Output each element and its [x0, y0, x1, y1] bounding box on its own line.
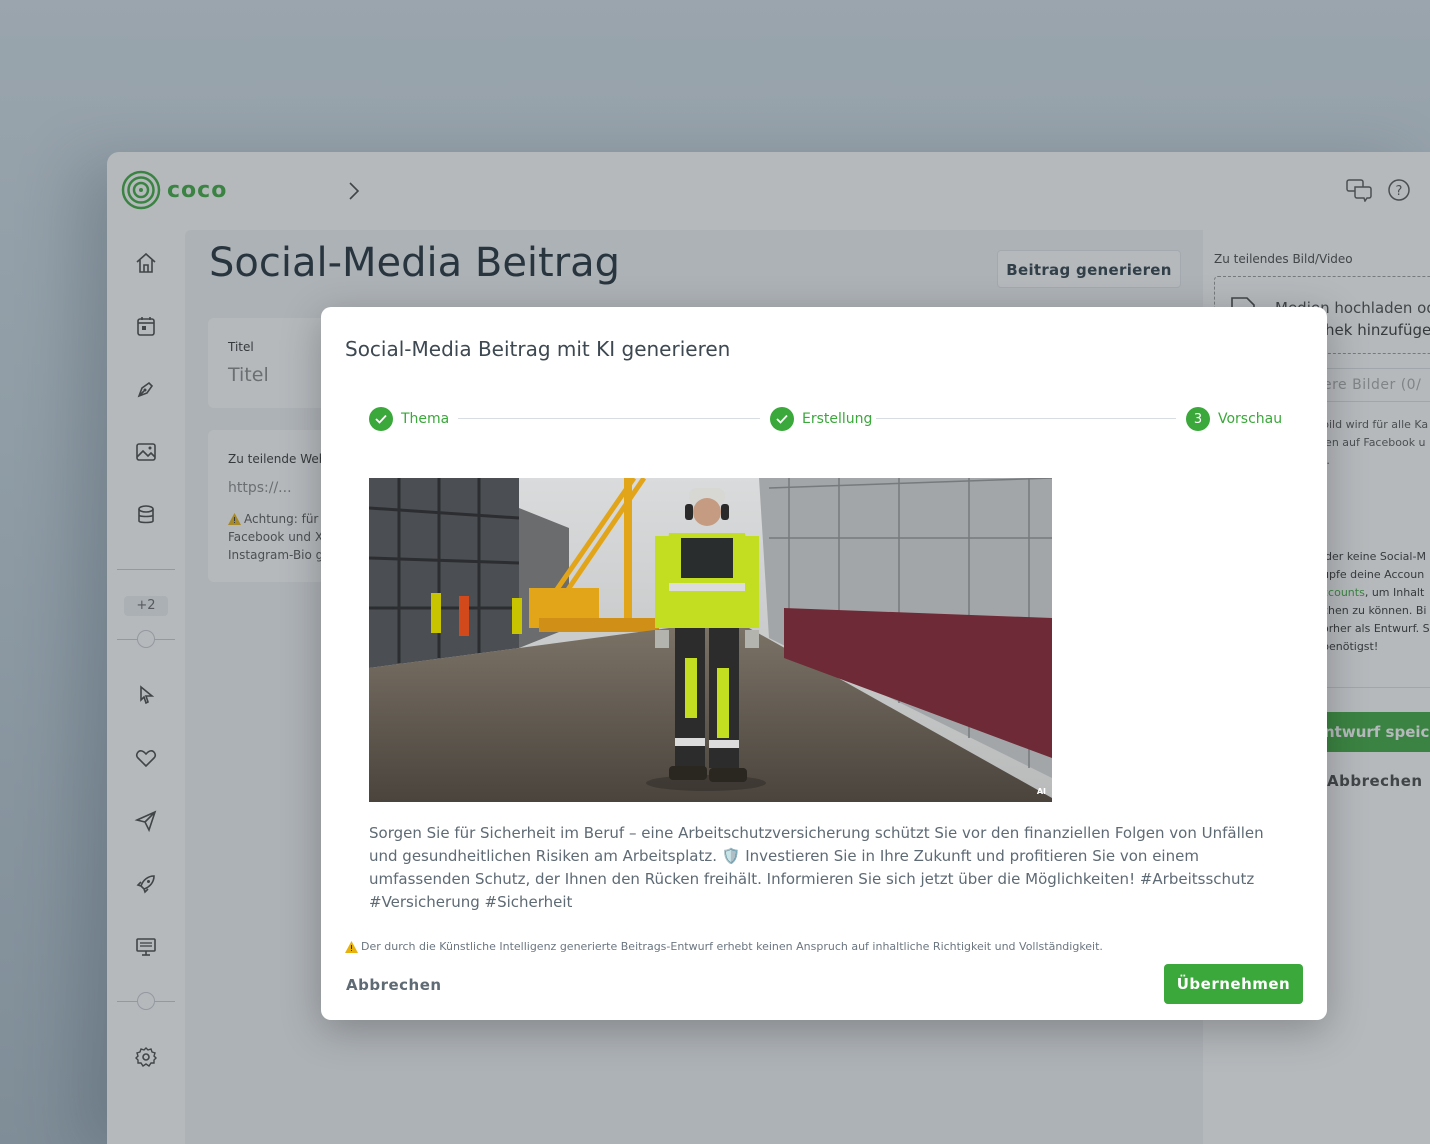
image-icon[interactable] — [133, 439, 159, 465]
check-icon — [770, 407, 794, 431]
website-field-label: Zu teilende Webs — [228, 452, 333, 466]
step-erstellung-label: Erstellung — [802, 411, 873, 427]
home-icon[interactable] — [133, 250, 159, 276]
settings-icon[interactable] — [133, 1044, 159, 1070]
notice-line-2: üpfe deine Accoun — [1322, 568, 1425, 581]
monitor-icon[interactable] — [133, 934, 159, 960]
step-number: 3 — [1186, 407, 1210, 431]
check-icon — [369, 407, 393, 431]
title-field-label: Titel — [228, 340, 254, 354]
logo[interactable]: coco — [121, 170, 227, 210]
notice-line-3: ccounts, um Inhalt — [1322, 586, 1424, 599]
accounts-link[interactable]: ccounts — [1322, 586, 1365, 599]
chat-icon[interactable] — [1345, 178, 1373, 202]
side-navigation: +2 — [107, 230, 185, 1144]
logo-mark-icon — [121, 170, 161, 210]
save-draft-label: ntwurf speich — [1324, 723, 1430, 741]
notice-line-4: chen zu können. Bi — [1322, 604, 1427, 617]
media-label: Zu teilendes Bild/Video — [1214, 252, 1353, 266]
database-icon[interactable] — [133, 502, 159, 528]
page-title: Social-Media Beitrag — [209, 240, 621, 286]
calendar-icon[interactable] — [133, 313, 159, 339]
help-icon[interactable]: ? — [1387, 178, 1411, 202]
panel-cancel-button[interactable]: Abbrechen — [1327, 772, 1423, 790]
warning-line-1: Achtung: für d — [244, 512, 330, 526]
nav-collapse-handle[interactable] — [117, 630, 175, 650]
ai-badge: AI — [1036, 787, 1046, 796]
notice-line-6: benötigst! — [1322, 640, 1379, 653]
construction-site-illustration — [369, 478, 1052, 802]
warning-icon — [345, 940, 358, 953]
step-erstellung[interactable]: Erstellung — [770, 407, 872, 431]
rocket-icon[interactable] — [133, 871, 159, 897]
nav-divider — [117, 569, 175, 570]
generated-post-text: Sorgen Sie für Sicherheit im Beruf – ein… — [369, 824, 1264, 911]
svg-text:?: ? — [1396, 184, 1403, 199]
save-draft-button[interactable]: ntwurf speich — [1322, 712, 1430, 752]
ai-generate-modal: Social-Media Beitrag mit KI generieren T… — [321, 307, 1327, 1020]
generated-image: AI — [369, 478, 1052, 802]
generate-post-button[interactable]: Beitrag generieren — [997, 250, 1181, 288]
step-connector-2 — [876, 418, 1176, 419]
step-connector-1 — [458, 418, 760, 419]
logo-text: coco — [167, 177, 228, 203]
stepper: Thema Erstellung 3 Vorschau — [369, 407, 1282, 431]
warning-line-3: Instagram-Bio ge — [228, 548, 331, 562]
step-vorschau[interactable]: 3 Vorschau — [1186, 407, 1282, 431]
chevron-right-icon[interactable] — [347, 180, 361, 202]
modal-cancel-button[interactable]: Abbrechen — [346, 976, 442, 994]
more-images-label: ere Bilder (0/ — [1323, 377, 1422, 393]
warning-icon — [228, 513, 241, 525]
website-url-input[interactable]: https://... — [228, 480, 292, 496]
pen-icon[interactable] — [133, 376, 159, 402]
step-thema-label: Thema — [401, 411, 450, 427]
nav-collapse-handle-2[interactable] — [117, 992, 175, 1012]
upload-line-2: hek hinzufügen — [1325, 321, 1430, 339]
send-icon[interactable] — [133, 808, 159, 834]
notice-line-5: orher als Entwurf. S — [1322, 622, 1430, 635]
accept-button[interactable]: Übernehmen — [1164, 964, 1303, 1004]
cursor-icon[interactable] — [133, 682, 159, 708]
heart-icon[interactable] — [133, 745, 159, 771]
info-line-2: len auf Facebook u — [1322, 436, 1426, 449]
title-input[interactable]: Titel — [228, 364, 269, 386]
notice-line-1: ider keine Social-M — [1322, 550, 1426, 563]
top-bar: coco ? — [107, 152, 1430, 230]
warning-line-2: Facebook und X — [228, 530, 324, 544]
ai-disclaimer: Der durch die Künstliche Intelligenz gen… — [345, 940, 1103, 953]
info-line-1: bild wird für alle Ka — [1322, 418, 1429, 431]
modal-title: Social-Media Beitrag mit KI generieren — [345, 337, 731, 361]
website-warning: Achtung: für d — [228, 512, 330, 526]
step-vorschau-label: Vorschau — [1218, 411, 1283, 427]
more-items-badge[interactable]: +2 — [124, 596, 168, 616]
disclaimer-text: Der durch die Künstliche Intelligenz gen… — [361, 940, 1103, 953]
notice-line-3-rest: , um Inhalt — [1364, 586, 1425, 599]
top-actions: ? — [1345, 178, 1430, 202]
step-thema[interactable]: Thema — [369, 407, 449, 431]
